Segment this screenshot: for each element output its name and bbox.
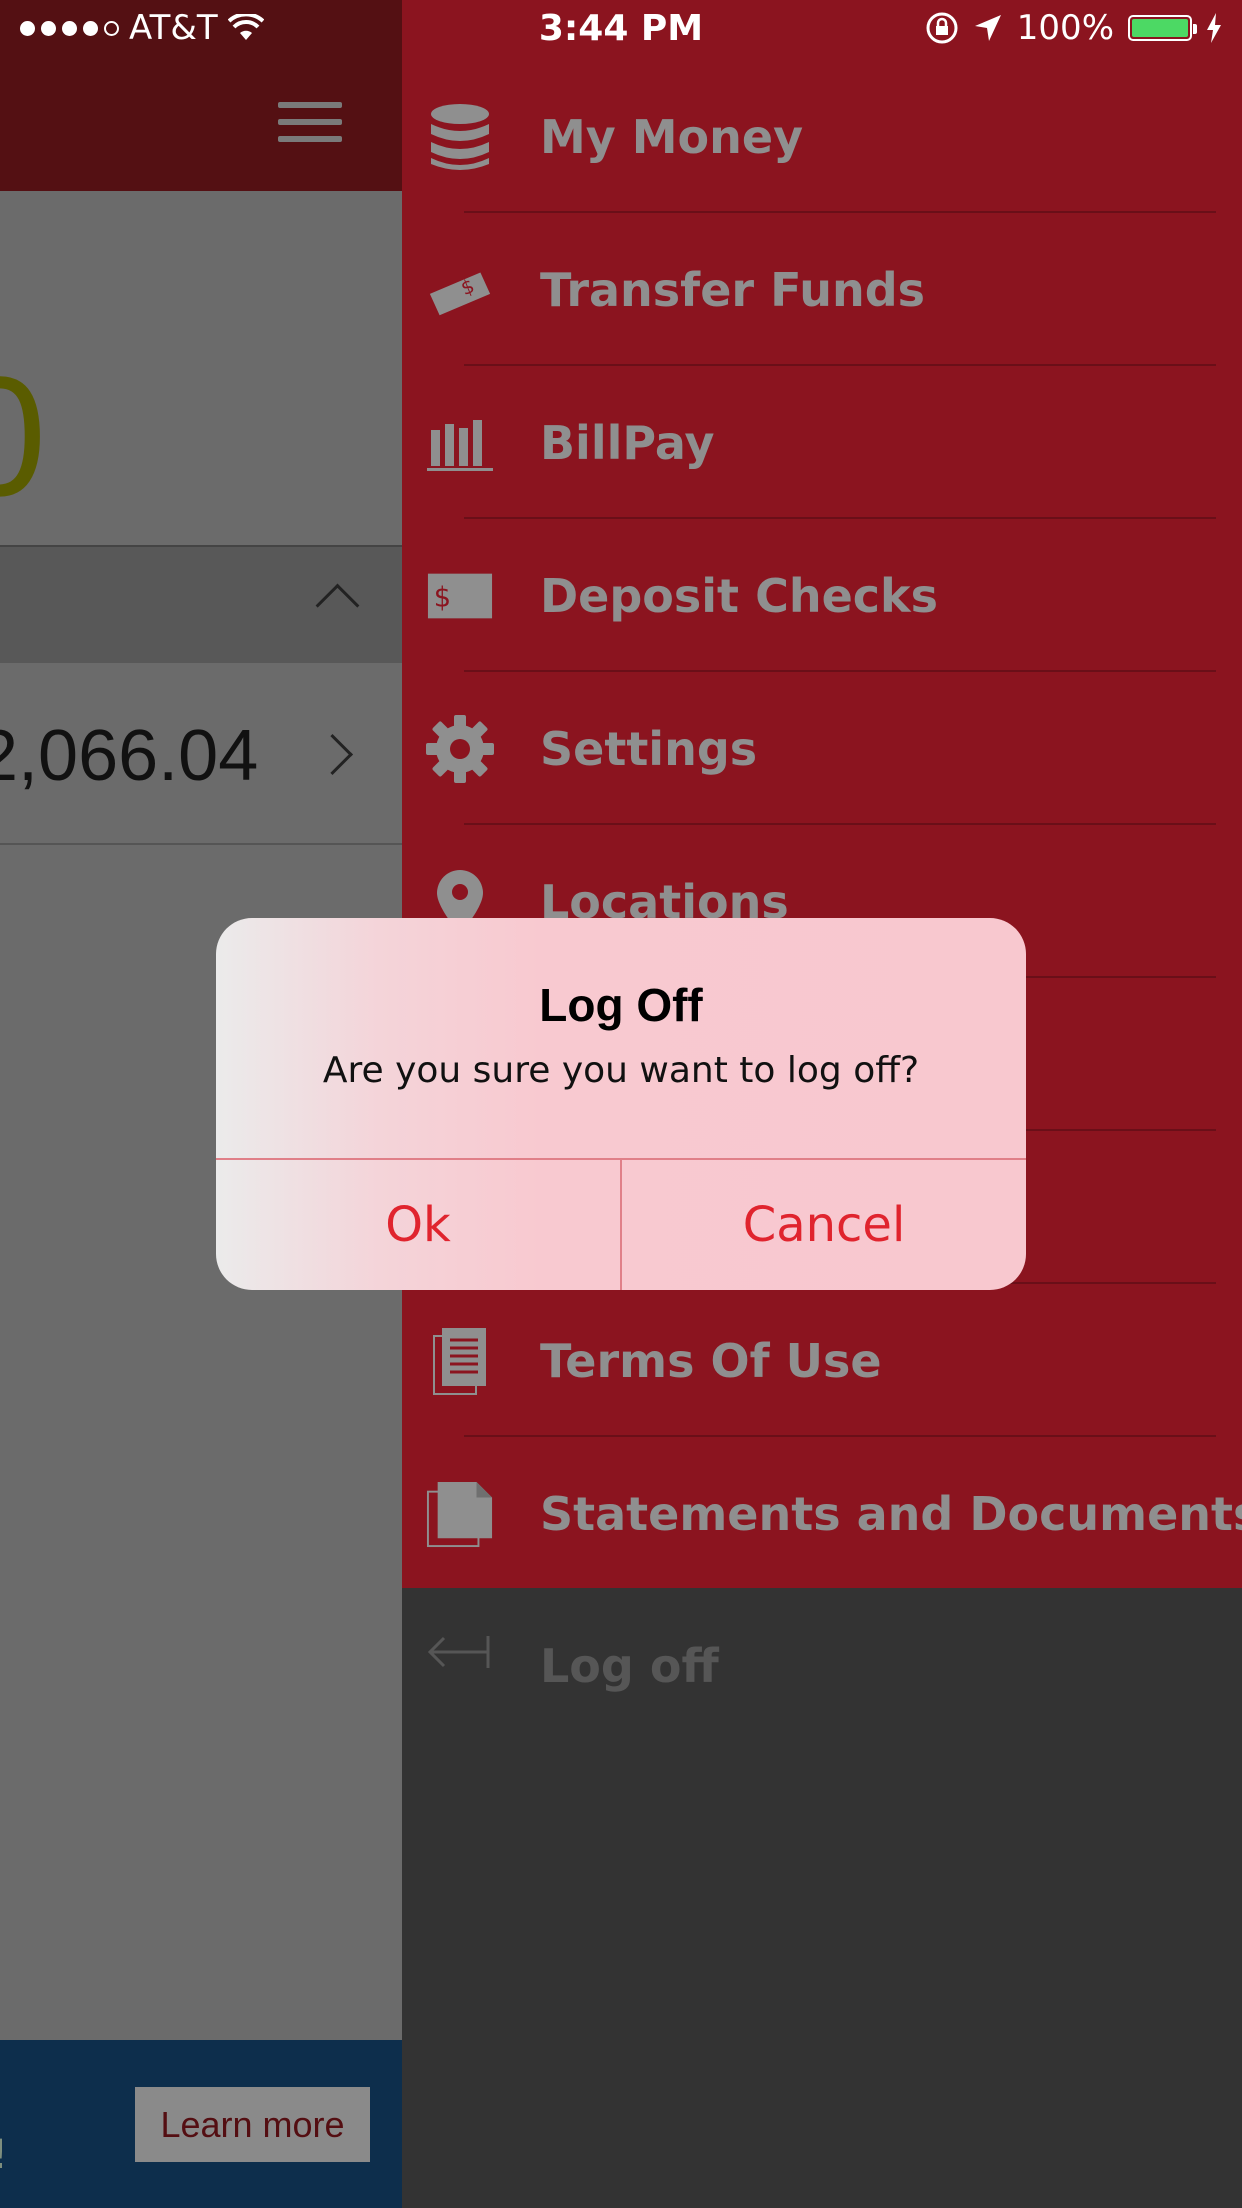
account-amount: 2,066.04 bbox=[0, 716, 259, 796]
menu-label: Terms Of Use bbox=[540, 1333, 882, 1388]
ok-button[interactable]: Ok bbox=[216, 1160, 620, 1290]
log-off-menu-item[interactable]: Log off bbox=[402, 1591, 1242, 1741]
gear-icon bbox=[426, 714, 494, 783]
battery-icon bbox=[1128, 15, 1197, 41]
alert-message: Are you sure you want to log off? bbox=[322, 1050, 920, 1091]
menu-label: Transfer Funds bbox=[540, 262, 926, 317]
menu-item-terms-of-use[interactable]: Terms Of Use bbox=[402, 1284, 1242, 1437]
menu-label: My Money bbox=[540, 109, 804, 164]
menu-item-transfer-funds[interactable]: $ Transfer Funds bbox=[402, 213, 1242, 366]
alert-title: Log Off bbox=[539, 979, 703, 1031]
charging-icon bbox=[1207, 13, 1221, 43]
menu-label: Deposit Checks bbox=[540, 568, 939, 623]
location-arrow-icon bbox=[974, 15, 1001, 41]
balance-value: 0 bbox=[0, 352, 47, 522]
menu-item-statements[interactable]: Statements and Documents bbox=[402, 1437, 1242, 1590]
battery-percent: 100% bbox=[1016, 8, 1114, 48]
menu-item-billpay[interactable]: BillPay bbox=[402, 366, 1242, 519]
menu-item-my-money[interactable]: My Money bbox=[402, 60, 1242, 213]
menu-item-settings[interactable]: Settings bbox=[402, 672, 1242, 825]
orientation-lock-icon bbox=[926, 12, 958, 44]
log-off-alert-dialog: Log Off Are you sure you want to log off… bbox=[216, 918, 1026, 1290]
documents-icon bbox=[426, 1480, 494, 1548]
menu-label: Statements and Documents bbox=[540, 1486, 1242, 1541]
status-bar: AT&T 3:44 PM 100% bbox=[0, 0, 1242, 60]
menu-item-deposit-checks[interactable]: $ Deposit Checks bbox=[402, 519, 1242, 672]
document-icon bbox=[426, 1327, 494, 1395]
check-deposit-icon: $ bbox=[426, 562, 494, 630]
svg-text:$: $ bbox=[434, 582, 451, 613]
cancel-button[interactable]: Cancel bbox=[622, 1160, 1026, 1290]
menu-label: Settings bbox=[540, 721, 758, 776]
log-off-arrow-icon bbox=[426, 1632, 494, 1700]
promo-text: ! bbox=[0, 2132, 8, 2178]
billpay-icon bbox=[426, 409, 494, 477]
coins-stack-icon bbox=[426, 103, 494, 171]
status-right: 100% bbox=[925, 8, 1222, 48]
hamburger-menu-icon[interactable] bbox=[278, 102, 342, 142]
menu-label: BillPay bbox=[540, 415, 715, 470]
log-off-label: Log off bbox=[540, 1639, 719, 1693]
learn-more-button[interactable]: Learn more bbox=[135, 2087, 370, 2162]
cash-transfer-icon: $ bbox=[426, 256, 494, 324]
